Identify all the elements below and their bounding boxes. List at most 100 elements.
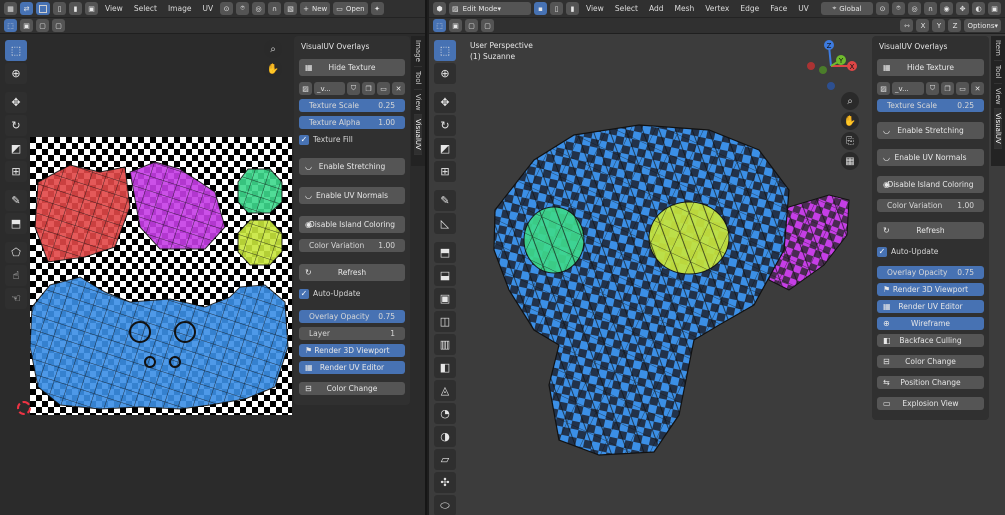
- tab-tool[interactable]: Tool: [414, 67, 422, 90]
- suzanne-left-eye[interactable]: [523, 206, 585, 274]
- scale-tool-icon[interactable]: ◩: [434, 138, 456, 159]
- relax-tool-icon[interactable]: ☝: [5, 265, 27, 286]
- uv-island-yellow[interactable]: [237, 219, 283, 266]
- image-name-field[interactable]: _v...: [314, 82, 345, 95]
- refresh-button[interactable]: ↻ Refresh: [877, 222, 984, 239]
- move-tool-icon[interactable]: ✥: [434, 92, 456, 113]
- menu-view[interactable]: View: [582, 4, 608, 13]
- navigation-gizmo[interactable]: X Z Y: [805, 38, 861, 94]
- cursor-tool-icon[interactable]: ⊕: [434, 63, 456, 84]
- texture-fill-checkbox[interactable]: ✓ Texture Fill: [299, 133, 405, 146]
- texture-alpha-field[interactable]: Texture Alpha 1.00: [299, 116, 405, 129]
- open-image-button[interactable]: ▭ Open: [333, 2, 368, 15]
- hide-texture-button[interactable]: ▦ Hide Texture: [877, 59, 984, 76]
- pan-hand-icon[interactable]: ✋: [264, 60, 282, 78]
- unlink-icon[interactable]: ✕: [392, 82, 405, 95]
- transform-tool-icon[interactable]: ⊞: [434, 161, 456, 182]
- suzanne-head[interactable]: [493, 124, 790, 456]
- mirror-icon[interactable]: ⇿: [900, 19, 914, 32]
- select-box-tool-icon[interactable]: ⬚: [434, 40, 456, 61]
- suzanne-mesh[interactable]: [479, 90, 879, 470]
- fake-user-icon[interactable]: ⛉: [926, 82, 939, 95]
- proportional-edit-icon[interactable]: ◎: [908, 2, 921, 15]
- duplicate-icon[interactable]: ❐: [362, 82, 375, 95]
- grab-tool-icon[interactable]: ⬠: [5, 242, 27, 263]
- wireframe-button[interactable]: ⊕ Wireframe: [877, 317, 984, 330]
- menu-image[interactable]: Image: [164, 4, 196, 13]
- island-select-icon[interactable]: ▣: [85, 2, 98, 15]
- tab-visualuv[interactable]: VisualUV: [994, 109, 1002, 149]
- menu-edge[interactable]: Edge: [736, 4, 763, 13]
- options-dropdown[interactable]: Options ▾: [964, 19, 1001, 32]
- menu-vertex[interactable]: Vertex: [701, 4, 733, 13]
- visibility-icon[interactable]: ◉: [940, 2, 953, 15]
- enable-stretching-button[interactable]: ◡ Enable Stretching: [877, 122, 984, 139]
- face-mode-icon[interactable]: ▮: [566, 2, 579, 15]
- backface-culling-button[interactable]: ◧ Backface Culling: [877, 334, 984, 347]
- tab-image[interactable]: Image: [414, 36, 422, 67]
- disable-island-coloring-button[interactable]: ◉ Disable Island Coloring: [299, 216, 405, 233]
- editor-type-button[interactable]: ⬢: [433, 2, 446, 15]
- axis-x-toggle[interactable]: X: [916, 19, 930, 32]
- enable-stretching-button[interactable]: ◡ Enable Stretching: [299, 158, 405, 175]
- menu-select[interactable]: Select: [130, 4, 161, 13]
- render-3d-viewport-button[interactable]: ⚑ Render 3D Viewport: [877, 283, 984, 296]
- pivot-icon[interactable]: ⊙: [220, 2, 234, 15]
- transform-mode-icon-3[interactable]: ▢: [465, 19, 478, 32]
- menu-select[interactable]: Select: [611, 4, 642, 13]
- editor-type-button[interactable]: ▦: [4, 2, 17, 15]
- edge-select-icon[interactable]: ▯: [53, 2, 66, 15]
- spin-tool-icon[interactable]: ◔: [434, 403, 456, 424]
- tab-tool[interactable]: Tool: [994, 61, 1002, 84]
- fake-user-icon[interactable]: ⛉: [347, 82, 360, 95]
- menu-face[interactable]: Face: [766, 4, 791, 13]
- folder-icon[interactable]: ▭: [956, 82, 969, 95]
- sync-selection-icon[interactable]: ⇄: [20, 2, 33, 15]
- folder-icon[interactable]: ▭: [377, 82, 390, 95]
- cursor-tool-icon[interactable]: ⊕: [5, 63, 27, 84]
- axis-z-toggle[interactable]: Z: [948, 19, 962, 32]
- explosion-view-button[interactable]: ▭ Explosion View: [877, 397, 984, 410]
- snap-icon[interactable]: ⌾: [236, 2, 250, 15]
- menu-uv[interactable]: UV: [198, 4, 217, 13]
- image-browse-icon[interactable]: ▧: [284, 2, 298, 15]
- refresh-button[interactable]: ↻ Refresh: [299, 264, 405, 281]
- overlay-toggle-icon[interactable]: ◐: [972, 2, 985, 15]
- new-image-button[interactable]: + New: [300, 2, 331, 15]
- inset-tool-icon[interactable]: ▣: [434, 288, 456, 309]
- edge-slide-tool-icon[interactable]: ▱: [434, 449, 456, 470]
- render-3d-viewport-button[interactable]: ⚑ Render 3D Viewport: [299, 344, 405, 357]
- gizmo-neg-x[interactable]: [807, 62, 815, 70]
- face-select-icon[interactable]: ▮: [69, 2, 82, 15]
- xray-icon[interactable]: ▣: [988, 2, 1001, 15]
- move-tool-icon[interactable]: ✥: [5, 92, 27, 113]
- annotate-tool-icon[interactable]: ✎: [434, 190, 456, 211]
- edge-mode-icon[interactable]: ▯: [550, 2, 563, 15]
- add-cube-tool-icon[interactable]: ⬒: [434, 242, 456, 263]
- color-change-button[interactable]: ⊟ Color Change: [299, 382, 405, 395]
- mode-dropdown[interactable]: ▨ Edit Mode ▾: [449, 2, 531, 15]
- transform-mode-icon-2[interactable]: ▣: [449, 19, 462, 32]
- knife-tool-icon[interactable]: ◧: [434, 357, 456, 378]
- disable-island-coloring-button[interactable]: ◉ Disable Island Coloring: [877, 176, 984, 193]
- shrink-tool-icon[interactable]: ✣: [434, 472, 456, 493]
- gizmo-neg-z[interactable]: [827, 82, 835, 90]
- transform-mode-icon-4[interactable]: ▢: [52, 19, 65, 32]
- transform-mode-icon-2[interactable]: ▣: [20, 19, 33, 32]
- menu-uv[interactable]: UV: [794, 4, 813, 13]
- uv-canvas[interactable]: [30, 137, 292, 415]
- tab-visualuv[interactable]: VisualUV: [414, 115, 422, 155]
- proportional-edit-icon[interactable]: ◎: [252, 2, 266, 15]
- measure-tool-icon[interactable]: ◺: [434, 213, 456, 234]
- smooth-tool-icon[interactable]: ◑: [434, 426, 456, 447]
- transform-mode-icon-3[interactable]: ▢: [36, 19, 49, 32]
- scale-tool-icon[interactable]: ◩: [5, 138, 27, 159]
- extrude-tool-icon[interactable]: ⬓: [434, 265, 456, 286]
- tab-view[interactable]: View: [414, 90, 422, 116]
- pivot-icon[interactable]: ⊙: [876, 2, 889, 15]
- suzanne-right-eye[interactable]: [648, 201, 730, 275]
- texture-scale-field[interactable]: Texture Scale 0.25: [299, 99, 405, 112]
- position-change-button[interactable]: ⇆ Position Change: [877, 376, 984, 389]
- uv-island-green[interactable]: [237, 168, 283, 214]
- pinch-tool-icon[interactable]: ☜: [5, 288, 27, 309]
